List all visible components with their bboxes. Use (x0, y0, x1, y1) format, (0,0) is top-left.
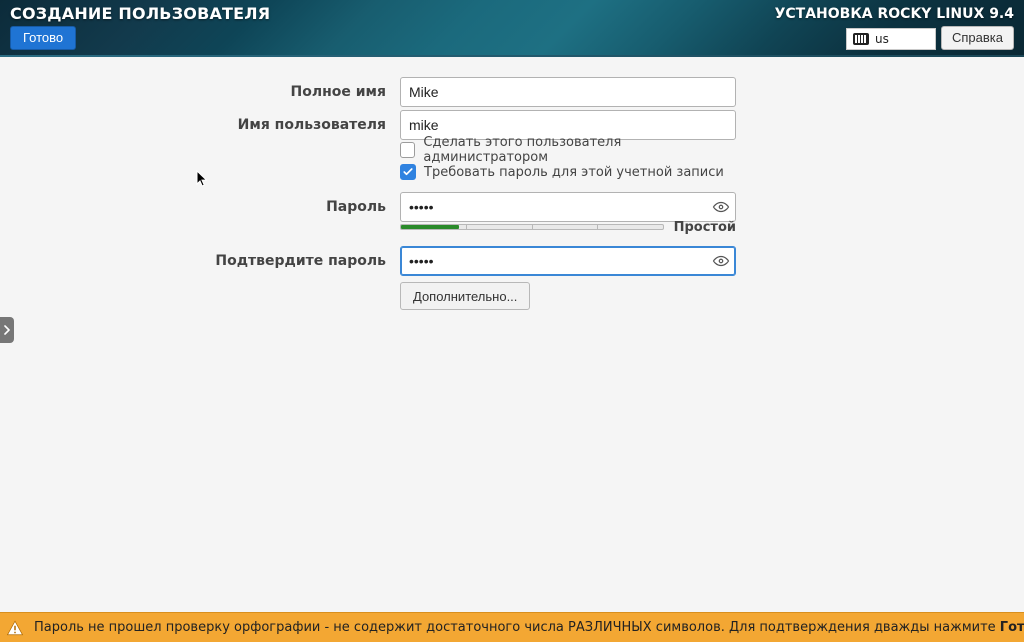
keyboard-icon (853, 33, 869, 45)
header: СОЗДАНИЕ ПОЛЬЗОВАТЕЛЯ Готово УСТАНОВКА R… (0, 0, 1024, 57)
require-password-checkbox[interactable]: Требовать пароль для этой учетной записи (400, 164, 724, 180)
warning-text: Пароль не прошел проверку орфографии - н… (34, 620, 1024, 635)
row-advanced: Дополнительно... (0, 279, 736, 313)
row-full-name: Полное имя (0, 75, 736, 109)
row-password-strength: Простой (0, 220, 736, 234)
full-name-label: Полное имя (0, 84, 400, 100)
require-password-label: Требовать пароль для этой учетной записи (424, 165, 724, 180)
row-confirm-password: Подтвердите пароль (0, 244, 736, 278)
warning-bar: Пароль не прошел проверку орфографии - н… (0, 612, 1024, 642)
keyboard-layout-label: us (875, 32, 889, 46)
confirm-password-label: Подтвердите пароль (0, 253, 400, 269)
warning-icon (6, 619, 24, 637)
keyboard-layout-indicator[interactable]: us (846, 28, 936, 50)
password-input[interactable] (400, 192, 736, 222)
password-strength-meter: Простой (400, 220, 736, 235)
installer-title: УСТАНОВКА ROCKY LINUX 9.4 (775, 6, 1014, 22)
password-label: Пароль (0, 199, 400, 215)
content-area: Полное имя Имя пользователя Сделать этог… (0, 57, 1024, 612)
eye-icon[interactable] (712, 198, 730, 216)
help-button[interactable]: Справка (941, 26, 1014, 50)
advanced-button[interactable]: Дополнительно... (400, 282, 530, 310)
make-admin-checkbox[interactable]: Сделать этого пользователя администратор… (400, 135, 736, 165)
full-name-input[interactable] (400, 77, 736, 107)
confirm-password-input[interactable] (400, 246, 736, 276)
chevron-right-icon (3, 325, 11, 335)
done-button[interactable]: Готово (10, 26, 76, 50)
eye-icon[interactable] (712, 252, 730, 270)
make-admin-label: Сделать этого пользователя администратор… (423, 135, 736, 165)
checkbox-icon (400, 142, 415, 158)
side-panel-toggle[interactable] (0, 317, 14, 343)
strength-label: Простой (674, 220, 736, 235)
checkbox-checked-icon (400, 164, 416, 180)
row-require-password: Требовать пароль для этой учетной записи (0, 162, 736, 184)
username-label: Имя пользователя (0, 117, 400, 133)
row-make-admin: Сделать этого пользователя администратор… (0, 139, 736, 161)
page-title: СОЗДАНИЕ ПОЛЬЗОВАТЕЛЯ (10, 4, 270, 23)
